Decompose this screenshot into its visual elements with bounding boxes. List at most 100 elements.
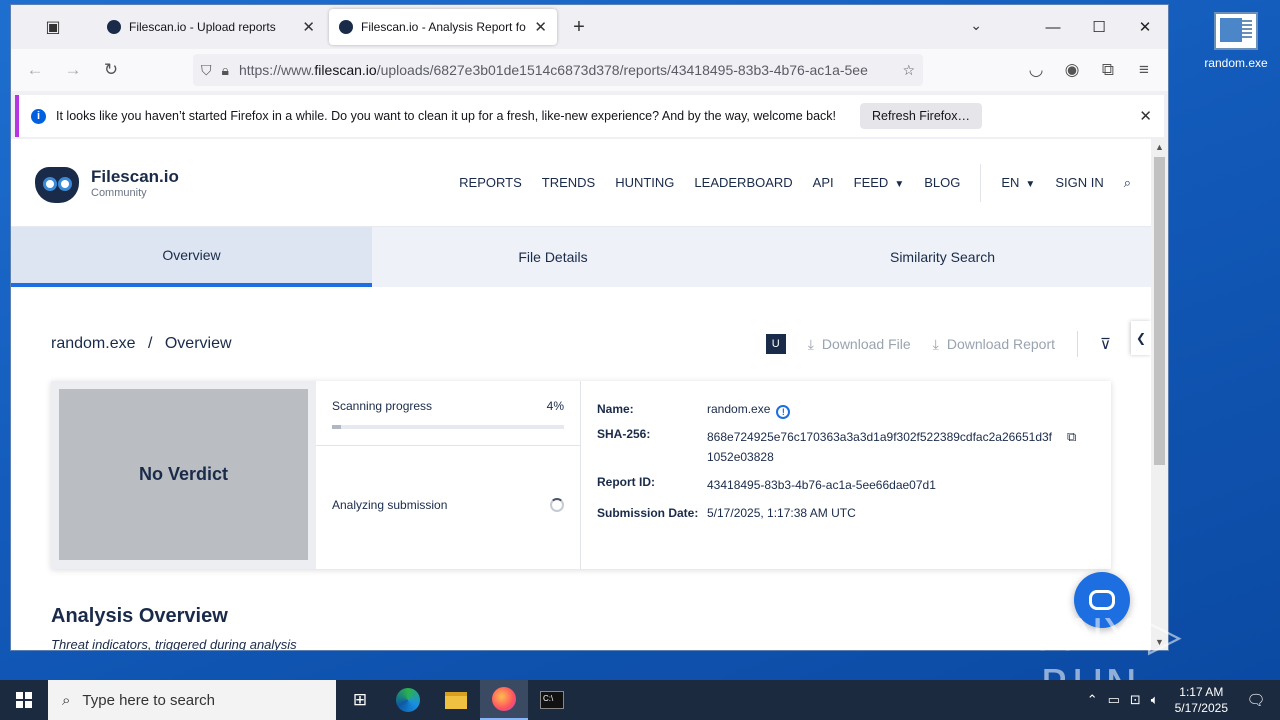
terminal-icon: C:\ — [540, 691, 564, 709]
volume-icon[interactable]: 🔈︎ — [1151, 692, 1159, 708]
windows-logo-icon — [16, 692, 32, 708]
close-notification-icon[interactable]: ✕ — [1139, 107, 1152, 125]
maximize-icon[interactable]: ☐ — [1076, 5, 1122, 49]
language-select[interactable]: EN ▼ — [1001, 175, 1035, 190]
file-name-value: random.exe — [707, 402, 771, 416]
toolbar-right: ◡ ◉ ⧉ ≡ — [1020, 54, 1160, 86]
navigation-toolbar: ← → ↻ ⛉ 🔒︎ https://www.filescan.io/uploa… — [11, 49, 1168, 91]
nav-blog[interactable]: BLOG — [924, 175, 960, 190]
breadcrumb: random.exe / Overview — [51, 335, 232, 353]
desktop-file-icon[interactable]: random.exe — [1196, 8, 1276, 70]
nav-api[interactable]: API — [813, 175, 834, 190]
tab-file-details[interactable]: File Details — [372, 227, 734, 287]
chat-icon — [1089, 590, 1115, 610]
report-id-value: 43418495-83b3-4b76-ac1a-5ee66dae07d1 — [707, 478, 936, 492]
chevron-up-icon[interactable]: ⌃ — [1087, 692, 1098, 708]
alert-icon[interactable]: ! — [776, 405, 791, 419]
search-icon[interactable]: ⌕ — [1124, 175, 1131, 191]
extensions-icon[interactable]: ⧉ — [1092, 54, 1124, 86]
progress-bar — [332, 425, 564, 429]
scroll-up-icon[interactable]: ▲ — [1151, 139, 1168, 155]
pocket-icon[interactable]: ◡ — [1020, 54, 1052, 86]
reload-icon[interactable]: ↻ — [95, 54, 127, 86]
logo-name: Filescan.io — [91, 166, 179, 186]
desktop-icon-label: random.exe — [1204, 56, 1268, 70]
download-file-button[interactable]: ⤓ Download File — [808, 336, 911, 353]
menu-icon[interactable]: ≡ — [1128, 54, 1160, 86]
main-nav: REPORTS TRENDS HUNTING LEADERBOARD API F… — [459, 163, 1131, 202]
download-report-button[interactable]: ⤓ Download Report — [933, 336, 1055, 353]
detail-row-report-id: Report ID: 43418495-83b3-4b76-ac1a-5ee66… — [597, 475, 1095, 495]
forward-icon[interactable]: → — [57, 54, 89, 86]
firefox-app[interactable] — [480, 680, 528, 720]
nav-divider — [980, 163, 982, 202]
firefox-window: ▣ Filescan.io - Upload reports ✕ Filesca… — [11, 5, 1168, 650]
tab-similarity-search[interactable]: Similarity Search — [734, 227, 1151, 287]
close-tab-icon[interactable]: ✕ — [534, 18, 547, 36]
taskbar: ⌕ Type here to search ⊞ C:\ ⌃ ▭ ⊡ 🔈︎ 1:1… — [0, 680, 1280, 720]
clock[interactable]: 1:17 AM 5/17/2025 — [1175, 684, 1228, 716]
progress-percent: 4% — [546, 399, 564, 413]
url-text[interactable]: https://www.filescan.io/uploads/6827e3b0… — [239, 62, 892, 78]
taskbar-search[interactable]: ⌕ Type here to search — [48, 680, 336, 720]
filescan-favicon-icon — [339, 20, 353, 34]
list-all-tabs-icon[interactable]: ⌄ — [970, 17, 982, 34]
start-button[interactable] — [0, 680, 48, 720]
chevron-down-icon: ▼ — [894, 179, 905, 190]
scrollbar-thumb[interactable] — [1154, 157, 1165, 465]
address-bar[interactable]: ⛉ 🔒︎ https://www.filescan.io/uploads/682… — [193, 54, 923, 86]
file-explorer-app[interactable] — [432, 680, 480, 720]
tab-overview[interactable]: Overview — [11, 227, 372, 287]
close-tab-icon[interactable]: ✕ — [302, 18, 315, 36]
sha256-value: 868e724925e76c170363a3a3d1a9f302f522389c… — [707, 430, 1053, 464]
detail-row-sha256: SHA-256: 868e724925e76c170363a3a3d1a9f30… — [597, 427, 1095, 467]
nav-feed[interactable]: FEED ▼ — [854, 175, 905, 190]
tab-analysis-report[interactable]: Filescan.io - Analysis Report for ✕ — [329, 9, 557, 45]
logo-subtitle: Community — [91, 186, 147, 199]
breadcrumb-page: Overview — [164, 335, 232, 352]
filter-icon[interactable]: ⊽ — [1100, 335, 1111, 353]
nav-hunting[interactable]: HUNTING — [615, 175, 674, 190]
filescan-logo[interactable]: Filescan.io Community — [31, 161, 179, 205]
shield-icon[interactable]: ⛉ — [201, 62, 212, 79]
web-page: Filescan.io Community REPORTS TRENDS HUN… — [11, 139, 1151, 650]
minimize-icon[interactable]: — — [1030, 5, 1076, 49]
network-icon[interactable]: ⊡ — [1130, 692, 1141, 708]
task-view-icon[interactable]: ⊞ — [336, 680, 384, 720]
bookmark-star-icon[interactable]: ☆ — [902, 62, 915, 79]
file-details: Name: random.exe! SHA-256: 868e724925e76… — [581, 381, 1111, 569]
u-badge[interactable]: U — [765, 334, 786, 354]
nav-leaderboard[interactable]: LEADERBOARD — [694, 175, 792, 190]
close-window-icon[interactable]: ✕ — [1122, 5, 1168, 49]
edge-app[interactable] — [384, 680, 432, 720]
page-scrollbar[interactable]: ▲ ▼ — [1151, 139, 1168, 650]
clock-date: 5/17/2025 — [1174, 701, 1228, 715]
nav-trends[interactable]: TRENDS — [542, 175, 595, 190]
tab-upload-reports[interactable]: Filescan.io - Upload reports ✕ — [97, 9, 325, 45]
status-text: Analyzing submission — [332, 498, 448, 512]
nav-reports[interactable]: REPORTS — [459, 175, 522, 190]
edge-icon — [396, 688, 420, 712]
device-icon[interactable]: ▭ — [1108, 692, 1120, 708]
clock-time: 1:17 AM — [1179, 685, 1224, 699]
notification-text: It looks like you haven’t started Firefo… — [56, 109, 837, 123]
analysis-overview-subtitle: Threat indicators, triggered during anal… — [51, 637, 297, 650]
notifications-icon[interactable]: 🗨︎ — [1238, 691, 1274, 709]
detail-row-submission-date: Submission Date: 5/17/2025, 1:17:38 AM U… — [597, 503, 1095, 523]
nav-sign-in[interactable]: SIGN IN — [1055, 175, 1103, 190]
copy-icon[interactable]: ⧉ — [1067, 427, 1076, 467]
tab-list-icon[interactable]: ▣ — [11, 5, 95, 49]
verdict-panel: No Verdict — [51, 381, 316, 569]
search-icon: ⌕ — [62, 691, 71, 709]
progress-bar-fill — [332, 425, 342, 429]
new-tab-button[interactable]: + — [559, 5, 599, 49]
loading-spinner-icon — [550, 498, 564, 512]
back-icon[interactable]: ← — [19, 54, 51, 86]
side-panel-toggle-icon[interactable]: ❮ — [1131, 321, 1151, 355]
progress-label: Scanning progress — [332, 399, 433, 413]
refresh-firefox-button[interactable]: Refresh Firefox… — [860, 103, 982, 129]
terminal-app[interactable]: C:\ — [528, 680, 576, 720]
breadcrumb-separator: / — [147, 335, 153, 352]
lock-icon[interactable]: 🔒︎ — [222, 62, 229, 79]
account-icon[interactable]: ◉ — [1056, 54, 1088, 86]
